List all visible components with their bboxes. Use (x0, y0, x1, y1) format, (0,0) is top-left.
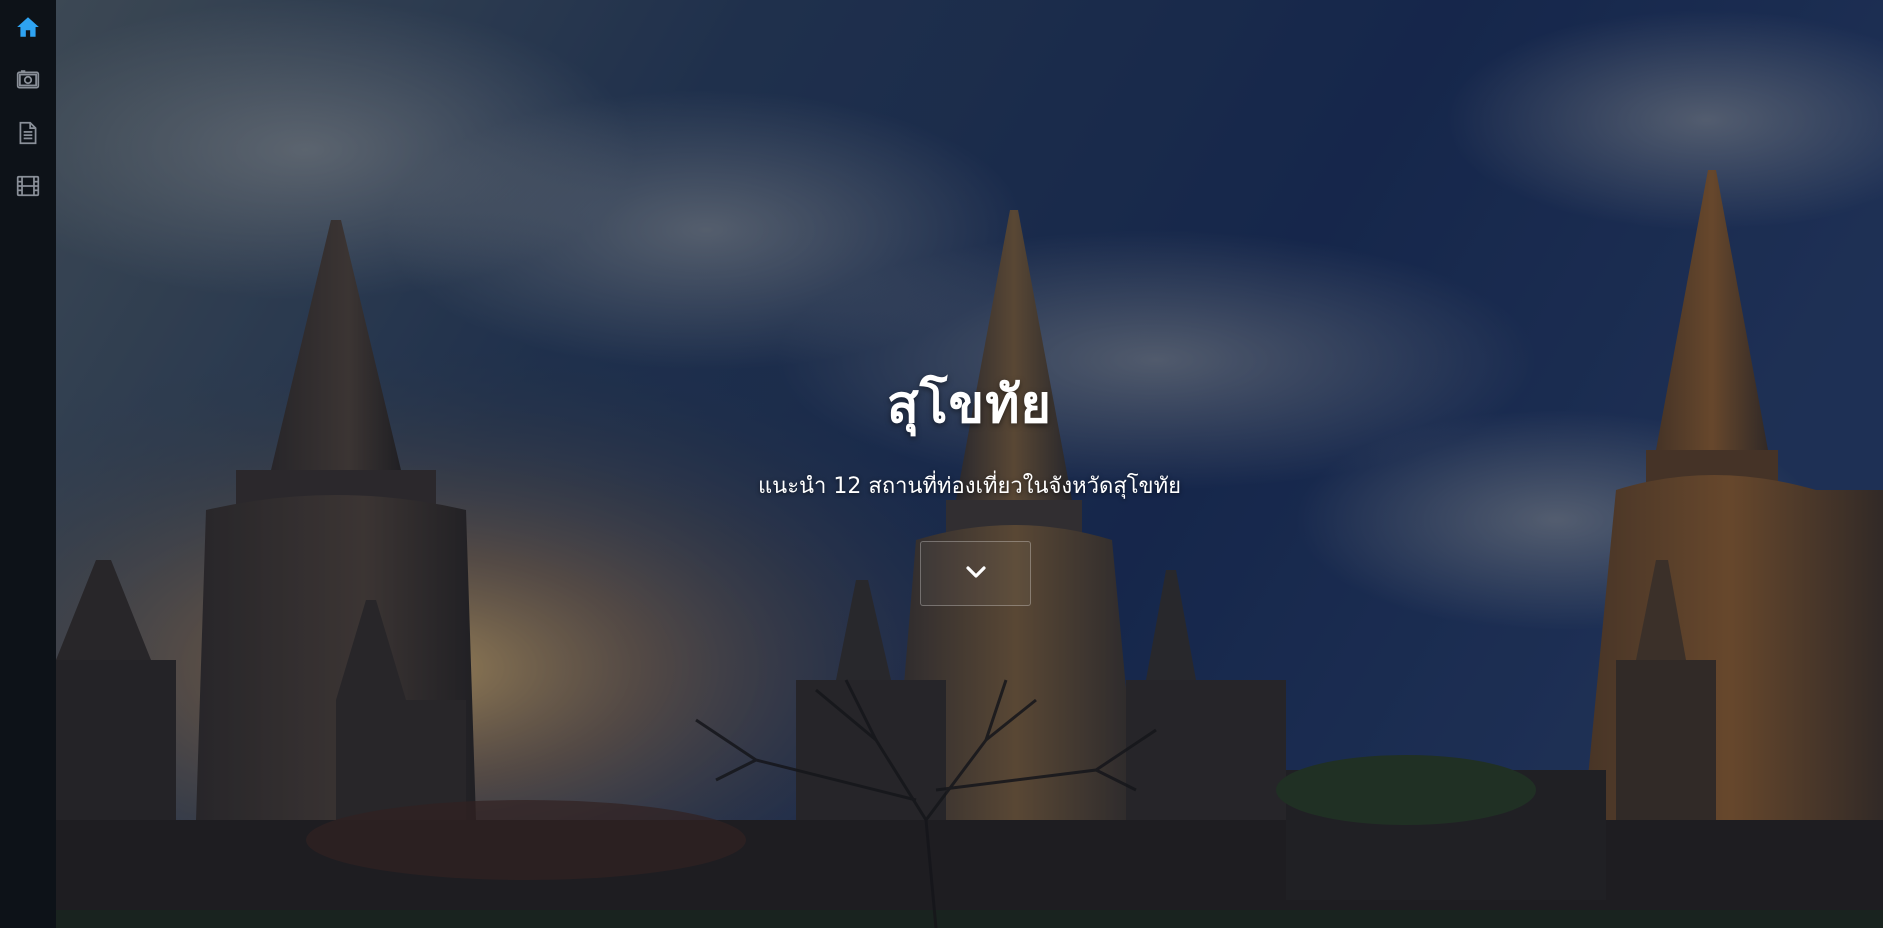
sidebar (0, 0, 56, 928)
scroll-down-button[interactable] (920, 541, 1031, 606)
document-icon (15, 120, 41, 150)
hero-content: สุโขทัย แนะนำ 12 สถานที่ท่องเที่ยวในจังห… (56, 0, 1883, 928)
hero-section: สุโขทัย แนะนำ 12 สถานที่ท่องเที่ยวในจังห… (56, 0, 1883, 928)
chevron-down-icon (965, 564, 987, 584)
page: สุโขทัย แนะนำ 12 สถานที่ท่องเที่ยวในจังห… (0, 0, 1883, 928)
page-title: สุโขทัย (887, 375, 1052, 435)
sidebar-item-gallery[interactable] (0, 67, 56, 120)
page-subtitle: แนะนำ 12 สถานที่ท่องเที่ยวในจังหวัดสุโขท… (757, 474, 1181, 499)
sidebar-item-article[interactable] (0, 120, 56, 173)
film-icon (15, 173, 41, 203)
home-icon (15, 14, 41, 44)
photo-icon (15, 67, 41, 97)
sidebar-item-home[interactable] (0, 14, 56, 67)
sidebar-item-video[interactable] (0, 173, 56, 226)
